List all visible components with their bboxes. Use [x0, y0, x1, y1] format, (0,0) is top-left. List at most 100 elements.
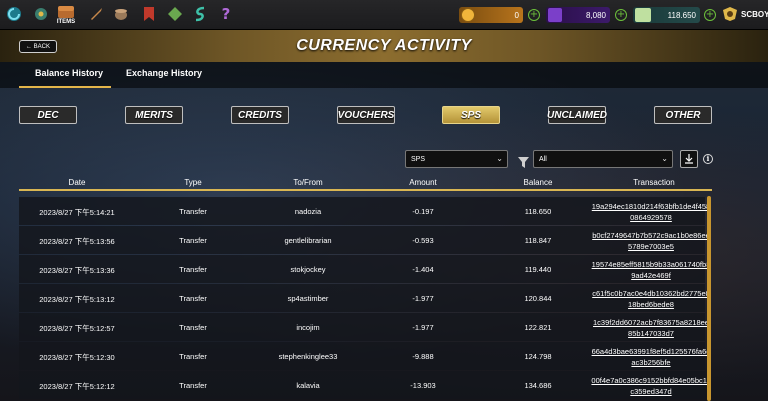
coin-icon: [461, 8, 475, 22]
table-row: 2023/8/27 下午5:12:30 Transfer stephenkingle…: [19, 342, 710, 370]
table-row: 2023/8/27 下午5:12:12 Transfer kalavia -13.90…: [19, 371, 711, 399]
gem-icon[interactable]: [165, 4, 185, 24]
filter-other-button[interactable]: OTHER: [654, 106, 712, 124]
cell-type: Transfer: [179, 323, 207, 332]
gold-value: 0: [514, 10, 519, 20]
tab-balance-history[interactable]: Balance History: [35, 68, 103, 78]
active-tab-indicator: [19, 86, 111, 88]
add-gold-button[interactable]: +: [528, 9, 540, 21]
filter-dec-button[interactable]: DEC: [19, 106, 77, 124]
serpent-icon[interactable]: [190, 4, 210, 24]
filter-icon: [518, 153, 529, 168]
cell-type: Transfer: [179, 265, 207, 274]
filter-unclaimed-button[interactable]: UNCLAIMED: [547, 106, 607, 124]
tab-exchange-history[interactable]: Exchange History: [126, 68, 202, 78]
cell-transaction-link[interactable]: b0cf2749647b7b572c9ac1b0e86ee5789e7003e5: [591, 230, 711, 252]
question-icon[interactable]: ?: [216, 4, 236, 24]
cauldron-icon[interactable]: [111, 4, 131, 24]
cell-date: 2023/8/27 下午5:12:57: [39, 324, 115, 333]
cell-date: 2023/8/27 下午5:12:30: [39, 353, 115, 362]
table-row: 2023/8/27 下午5:13:56 Transfer gentlelibrari…: [19, 226, 710, 254]
purple-gem-icon: [548, 8, 562, 22]
col-balance: Balance: [523, 178, 553, 187]
banner-icon[interactable]: [139, 4, 159, 24]
credits-value: 118.650: [667, 10, 696, 20]
download-icon: [685, 154, 693, 164]
filter-sps-button[interactable]: SPS: [442, 106, 500, 124]
cell-transaction-link[interactable]: c61f5c0b7ac0e4db10362bd2775e818bed6bede8: [591, 288, 711, 310]
add-credits-button[interactable]: +: [704, 9, 716, 21]
col-amount: Amount: [409, 178, 437, 187]
cell-balance: 118.650: [524, 207, 552, 216]
cell-amount: -0.197: [412, 207, 434, 216]
cell-date: 2023/8/27 下午5:13:12: [39, 295, 115, 304]
cell-to-from: stokjockey: [290, 265, 326, 274]
username[interactable]: SCBOY: [741, 10, 768, 19]
cell-amount: -0.593: [412, 236, 434, 245]
purple-balance: 8,080: [546, 7, 610, 23]
cell-amount: -1.977: [412, 323, 434, 332]
gold-balance: 0: [459, 7, 523, 23]
cell-date: 2023/8/27 下午5:13:56: [39, 237, 115, 246]
filter-merits-button[interactable]: MERITS: [125, 106, 183, 124]
table-header: Date Type To/From Amount Balance Transac…: [19, 176, 712, 191]
col-to-from: To/From: [293, 178, 323, 187]
scrollbar[interactable]: [707, 196, 711, 401]
cell-transaction-link[interactable]: 1c39f2dd6072acb7f83675a8218ee85b147033d7: [591, 317, 711, 339]
info-icon[interactable]: i: [703, 154, 713, 164]
cell-balance: 124.798: [524, 352, 552, 361]
col-date: Date: [68, 178, 86, 187]
filter-vouchers-button[interactable]: VOUCHERS: [337, 106, 395, 124]
download-button[interactable]: [680, 150, 698, 168]
cell-transaction-link[interactable]: 19a294ec1810d214f63bfb1de4f4580864929578: [591, 201, 711, 223]
cell-transaction-link[interactable]: 19574e85eff5815b9b33a061740fb89ad42e469f: [591, 259, 711, 281]
cell-date: 2023/8/27 下午5:12:12: [39, 382, 115, 391]
cell-transaction-link[interactable]: 00f4e7a0c386c9152bbfd84e05bc11c359ed347d: [591, 375, 711, 397]
table-row: 2023/8/27 下午5:14:21 Transfer nadozia -0.197…: [19, 197, 710, 225]
purple-value: 8,080: [585, 10, 606, 20]
sword-icon[interactable]: [86, 4, 106, 24]
col-transaction: Transaction: [633, 178, 675, 187]
cell-to-from: gentlelibrarian: [284, 236, 332, 245]
table-row: 2023/8/27 下午5:13:36 Transfer stokjockey -1.…: [19, 255, 710, 283]
top-nav: ITEMS ? 0 + 8,080 + 118.650 + SCBOY: [0, 0, 768, 30]
cell-amount: -9.888: [412, 352, 434, 361]
nav-items-label: ITEMS: [56, 19, 76, 25]
cell-date: 2023/8/27 下午5:14:21: [39, 208, 115, 217]
cell-amount: -1.404: [412, 265, 434, 274]
cell-amount: -1.977: [412, 294, 434, 303]
cell-to-from: nadozia: [294, 207, 322, 216]
type-select[interactable]: All ⌄: [533, 150, 673, 168]
cell-type: Transfer: [179, 352, 207, 361]
cell-balance: 120.844: [524, 294, 552, 303]
cell-to-from: sp4astimber: [287, 294, 329, 303]
chevron-down-icon: ⌄: [661, 154, 668, 163]
cell-balance: 118.847: [524, 236, 552, 245]
cell-amount: -13.903: [410, 381, 436, 390]
cell-type: Transfer: [179, 207, 207, 216]
cell-balance: 119.440: [524, 265, 552, 274]
filter-credits-button[interactable]: CREDITS: [231, 106, 289, 124]
cell-transaction-link[interactable]: 66a4d3bae63991f8ef5d125576fa6dac3b256bfe: [591, 346, 711, 368]
tab-bar: Balance History Exchange History: [0, 62, 768, 88]
card-icon: [635, 8, 651, 22]
avatar[interactable]: [720, 4, 740, 24]
token-select[interactable]: SPS ⌄: [405, 150, 508, 168]
credits-balance: 118.650: [633, 7, 700, 23]
currency-filter-row: DEC MERITS CREDITS VOUCHERS SPS UNCLAIME…: [0, 106, 768, 125]
cell-to-from: kalavia: [296, 381, 320, 390]
add-purple-button[interactable]: +: [615, 9, 627, 21]
chevron-down-icon: ⌄: [496, 154, 503, 163]
cell-balance: 134.686: [524, 381, 552, 390]
cell-to-from: incojim: [296, 323, 320, 332]
page-title: CURRENCY ACTIVITY: [296, 37, 472, 54]
swirl-logo-icon[interactable]: [4, 4, 24, 24]
cell-type: Transfer: [179, 294, 207, 303]
page-header: ← BACK CURRENCY ACTIVITY: [0, 30, 768, 62]
gear-burst-icon[interactable]: [31, 4, 51, 24]
cell-type: Transfer: [179, 236, 207, 245]
cell-date: 2023/8/27 下午5:13:36: [39, 266, 115, 275]
type-select-value: All: [539, 155, 547, 163]
token-select-value: SPS: [411, 155, 426, 163]
cell-balance: 122.821: [524, 323, 552, 332]
